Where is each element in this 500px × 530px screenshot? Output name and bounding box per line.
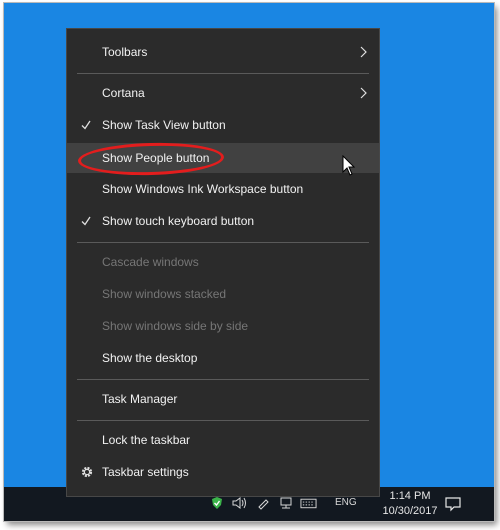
menu-item-toolbars[interactable]: Toolbars xyxy=(67,37,379,67)
clock-time: 1:14 PM xyxy=(389,490,431,502)
gear-icon xyxy=(81,466,93,478)
menu-separator xyxy=(77,379,369,380)
menu-item-label: Task Manager xyxy=(102,392,178,406)
network-icon[interactable] xyxy=(277,495,294,511)
taskbar-context-menu: Toolbars Cortana Show Task View button S… xyxy=(66,28,380,497)
taskbar-clock[interactable]: 1:14 PM 10/30/2017 xyxy=(378,489,442,519)
pen-icon[interactable] xyxy=(254,495,271,511)
menu-item-label: Cascade windows xyxy=(102,255,199,269)
menu-item-lock-taskbar[interactable]: Lock the taskbar xyxy=(67,425,379,455)
menu-item-label: Show windows stacked xyxy=(102,287,227,301)
menu-item-show-windows-side-by-side: Show windows side by side xyxy=(67,311,379,341)
system-tray xyxy=(208,495,317,511)
menu-separator xyxy=(77,420,369,421)
menu-item-show-ink-workspace[interactable]: Show Windows Ink Workspace button xyxy=(67,174,379,204)
menu-item-cortana[interactable]: Cortana xyxy=(67,78,379,108)
desktop-screenshot: ENG 1:14 PM 10/30/2017 Toolbars Cortana … xyxy=(3,2,495,522)
shield-icon[interactable] xyxy=(208,495,225,511)
menu-item-show-task-view[interactable]: Show Task View button xyxy=(67,110,379,140)
language-indicator[interactable]: ENG xyxy=(335,497,357,508)
menu-item-show-desktop[interactable]: Show the desktop xyxy=(67,343,379,373)
mouse-cursor-icon xyxy=(342,155,356,176)
volume-icon[interactable] xyxy=(231,495,248,511)
menu-item-label: Toolbars xyxy=(102,45,148,59)
menu-item-label: Show the desktop xyxy=(102,351,198,365)
keyboard-icon[interactable] xyxy=(300,495,317,511)
menu-item-show-touch-keyboard[interactable]: Show touch keyboard button xyxy=(67,206,379,236)
clock-date: 10/30/2017 xyxy=(382,505,438,517)
notification-icon[interactable] xyxy=(444,495,462,513)
check-icon xyxy=(81,120,91,130)
menu-separator xyxy=(77,73,369,74)
menu-item-cascade-windows: Cascade windows xyxy=(67,247,379,277)
menu-item-taskbar-settings[interactable]: Taskbar settings xyxy=(67,457,379,487)
menu-item-label: Show Windows Ink Workspace button xyxy=(102,182,304,196)
menu-item-label: Cortana xyxy=(102,86,145,100)
menu-separator xyxy=(77,242,369,243)
check-icon xyxy=(81,216,91,226)
menu-item-label: Show Task View button xyxy=(102,118,226,132)
chevron-right-icon xyxy=(360,46,367,58)
menu-item-task-manager[interactable]: Task Manager xyxy=(67,384,379,414)
menu-item-label: Lock the taskbar xyxy=(102,433,191,447)
menu-item-show-windows-stacked: Show windows stacked xyxy=(67,279,379,309)
chevron-right-icon xyxy=(360,87,367,99)
menu-item-label: Taskbar settings xyxy=(102,465,189,479)
menu-item-label: Show windows side by side xyxy=(102,319,249,333)
menu-item-label: Show touch keyboard button xyxy=(102,214,255,228)
